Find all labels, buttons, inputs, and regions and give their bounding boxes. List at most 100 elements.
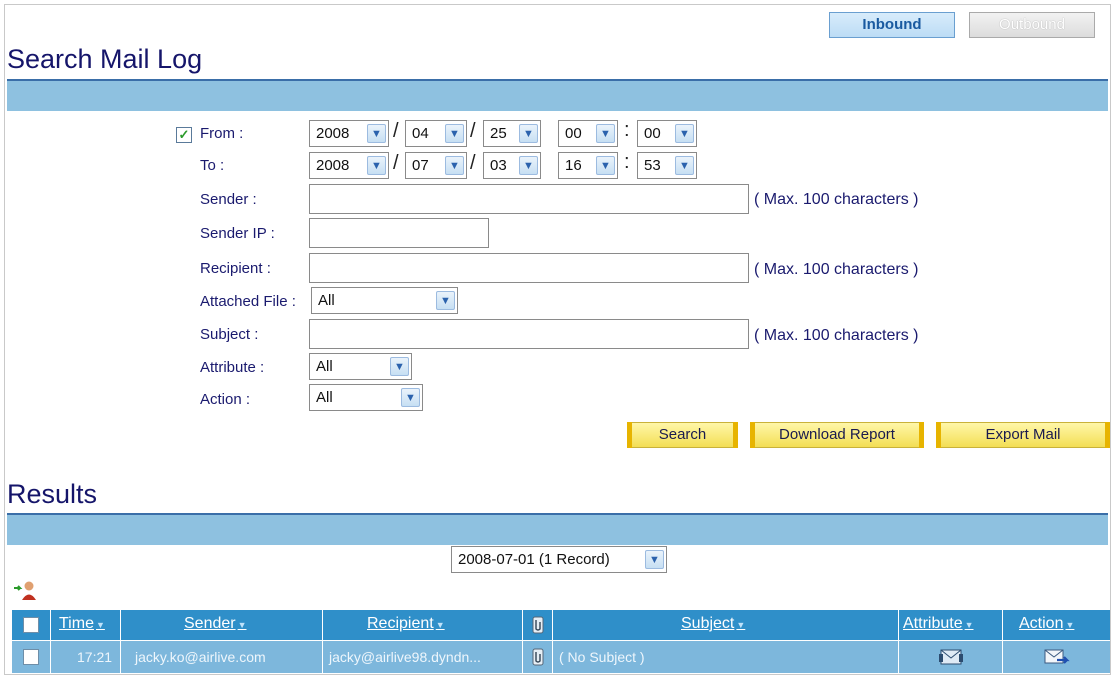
chevron-down-icon: ▼ (596, 124, 615, 143)
date-record-value: 2008-07-01 (1 Record) (458, 551, 610, 568)
chevron-down-icon: ▼ (675, 156, 694, 175)
sort-icon: ▼ (435, 620, 445, 630)
recipient-max-hint: ( Max. 100 characters ) (754, 261, 919, 278)
from-hour-select[interactable]: 00 ▼ (558, 120, 618, 147)
subject-input[interactable] (309, 319, 749, 349)
from-day-select[interactable]: 25 ▼ (483, 120, 541, 147)
sender-label: Sender : (200, 191, 257, 208)
to-label: To : (200, 157, 225, 174)
chevron-down-icon: ▼ (645, 550, 664, 569)
attribute-mail-icon[interactable] (938, 647, 964, 667)
to-month-value: 07 (412, 157, 429, 174)
chevron-down-icon: ▼ (596, 156, 615, 175)
header-attachment (523, 610, 553, 640)
header-sender[interactable]: Sender ▼ (121, 610, 323, 640)
from-label: From : (200, 125, 244, 142)
chevron-down-icon: ▼ (445, 156, 464, 175)
header-action[interactable]: Action ▼ (1003, 610, 1110, 640)
from-day-value: 25 (490, 125, 507, 142)
header-sender-label: Sender (184, 615, 236, 632)
select-all-checkbox[interactable] (23, 617, 39, 633)
tab-outbound[interactable]: Outbound (969, 12, 1095, 38)
sort-icon: ▼ (237, 620, 247, 630)
from-month-select[interactable]: 04 ▼ (405, 120, 467, 147)
action-label: Action : (200, 391, 251, 408)
to-minute-value: 53 (644, 157, 661, 174)
date-separator: / (470, 120, 476, 142)
date-separator: / (393, 152, 399, 174)
header-attribute-label: Attribute (903, 615, 963, 632)
action-value: All (316, 389, 333, 406)
header-time-label: Time (59, 615, 94, 632)
tab-inbound[interactable]: Inbound (829, 12, 955, 38)
sort-icon: ▼ (95, 620, 105, 630)
row-attachment-cell (523, 641, 553, 673)
header-attribute[interactable]: Attribute ▼ (899, 610, 1003, 640)
results-title: Results (7, 479, 98, 509)
from-checkbox[interactable]: ✓ (176, 127, 192, 143)
sort-icon: ▼ (1065, 620, 1075, 630)
table-header: Time ▼ Sender ▼ Recipient ▼ Subject ▼ Attrib… (12, 610, 1110, 640)
chevron-down-icon: ▼ (401, 388, 420, 407)
sender-ip-label: Sender IP : (200, 225, 275, 242)
paperclip-icon[interactable] (530, 648, 546, 666)
action-select[interactable]: All ▼ (309, 384, 423, 411)
chevron-down-icon: ▼ (445, 124, 464, 143)
recipient-label: Recipient : (200, 260, 271, 277)
row-recipient-cell: jacky@airlive98.dyndn... (323, 641, 523, 673)
download-report-button[interactable]: Download Report (750, 422, 924, 448)
to-month-select[interactable]: 07 ▼ (405, 152, 467, 179)
attribute-label: Attribute : (200, 359, 265, 376)
row-select-cell (12, 641, 51, 673)
attached-file-select[interactable]: All ▼ (311, 287, 458, 314)
to-year-select[interactable]: 2008 ▼ (309, 152, 389, 179)
header-subject[interactable]: Subject ▼ (553, 610, 899, 640)
to-day-select[interactable]: 03 ▼ (483, 152, 541, 179)
chevron-down-icon: ▼ (519, 124, 538, 143)
header-select-cell (12, 610, 51, 640)
chevron-down-icon: ▼ (367, 124, 386, 143)
subject-max-hint: ( Max. 100 characters ) (754, 327, 919, 344)
time-separator: : (624, 119, 630, 141)
user-filter-icon[interactable] (12, 580, 40, 602)
search-header-band (7, 81, 1108, 111)
export-mail-button[interactable]: Export Mail (936, 422, 1110, 448)
to-hour-select[interactable]: 16 ▼ (558, 152, 618, 179)
from-year-select[interactable]: 2008 ▼ (309, 120, 389, 147)
attribute-select[interactable]: All ▼ (309, 353, 412, 380)
to-year-value: 2008 (316, 157, 350, 174)
header-recipient[interactable]: Recipient ▼ (323, 610, 523, 640)
to-hour-value: 16 (565, 157, 582, 174)
chevron-down-icon: ▼ (436, 291, 455, 310)
row-time-cell: 17:21 (51, 641, 121, 673)
search-button[interactable]: Search (627, 422, 738, 448)
sender-ip-input[interactable] (309, 218, 489, 248)
row-sender-cell: jacky.ko@airlive.com (121, 641, 323, 673)
sender-input[interactable] (309, 184, 749, 214)
sender-max-hint: ( Max. 100 characters ) (754, 191, 919, 208)
recipient-input[interactable] (309, 253, 749, 283)
chevron-down-icon: ▼ (390, 357, 409, 376)
row-subject-cell: ( No Subject ) (553, 641, 899, 673)
from-minute-value: 00 (644, 125, 661, 142)
chevron-down-icon: ▼ (675, 124, 694, 143)
paperclip-icon (532, 616, 544, 634)
page-title: Search Mail Log (7, 44, 203, 74)
subject-label: Subject : (200, 326, 259, 343)
from-month-value: 04 (412, 125, 429, 142)
attached-file-value: All (318, 292, 335, 309)
sort-icon: ▼ (964, 620, 974, 630)
date-record-select[interactable]: 2008-07-01 (1 Record) ▼ (451, 546, 667, 573)
time-separator: : (624, 151, 630, 173)
to-minute-select[interactable]: 53 ▼ (637, 152, 697, 179)
table-row[interactable]: 17:21 jacky.ko@airlive.com jacky@airlive… (12, 641, 1110, 673)
header-time[interactable]: Time ▼ (51, 610, 121, 640)
forward-mail-icon[interactable] (1043, 647, 1071, 667)
from-minute-select[interactable]: 00 ▼ (637, 120, 697, 147)
row-recipient: jacky@airlive98.dyndn... (329, 649, 481, 665)
attribute-value: All (316, 358, 333, 375)
date-separator: / (470, 152, 476, 174)
row-checkbox[interactable] (23, 649, 39, 665)
results-header-band (7, 515, 1108, 545)
row-action-cell (1003, 641, 1110, 673)
